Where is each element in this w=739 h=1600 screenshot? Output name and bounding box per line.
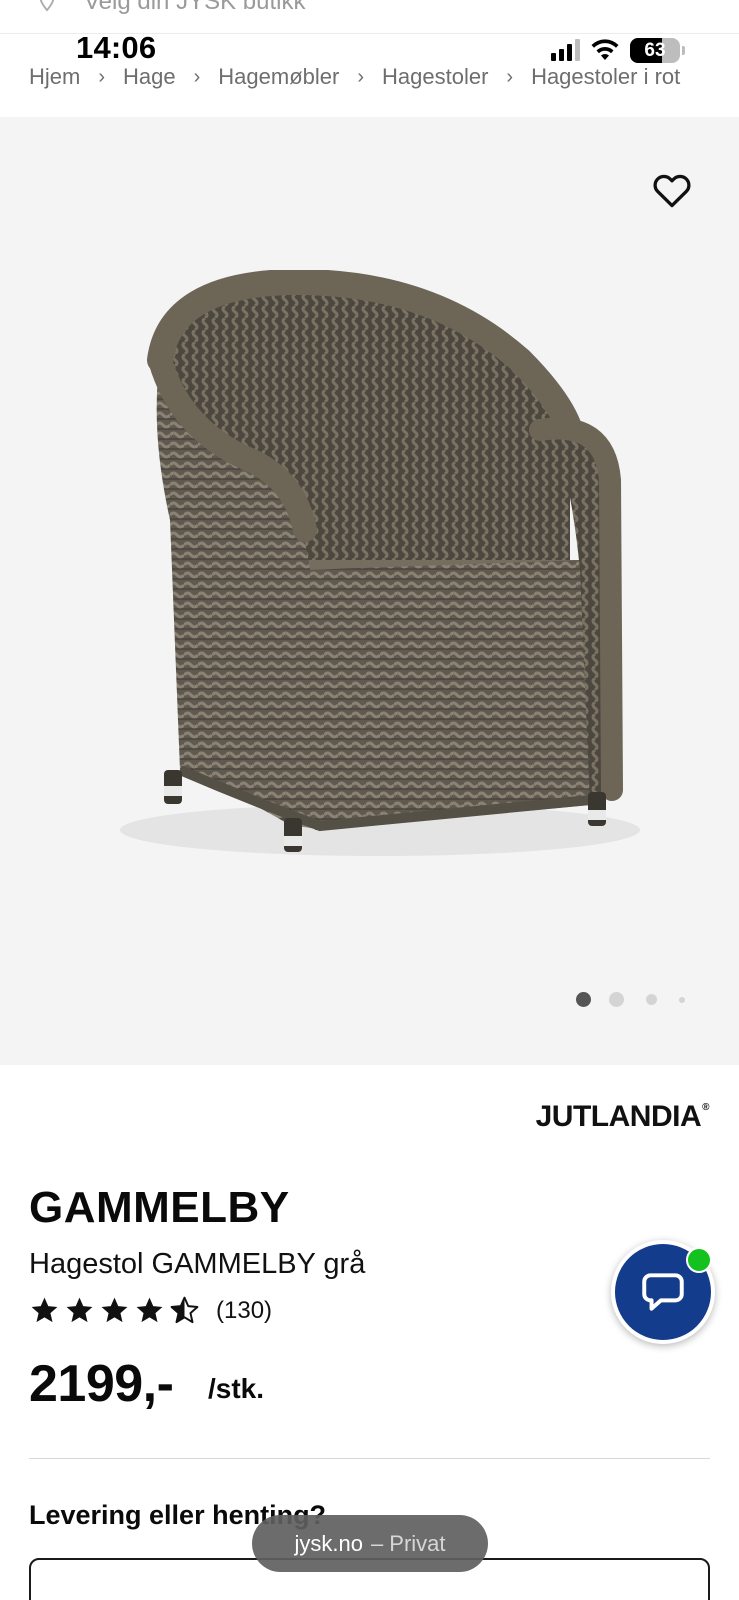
breadcrumb-item-hagemobler[interactable]: Hagemøbler (218, 64, 339, 90)
location-pin-icon (39, 0, 55, 12)
breadcrumb: Hjem › Hage › Hagemøbler › Hagestoler › … (29, 62, 710, 92)
section-divider (29, 1458, 710, 1459)
gallery-dot[interactable] (646, 994, 657, 1005)
status-time: 14:06 (76, 30, 157, 65)
breadcrumb-item-hagestoler-i-rotting[interactable]: Hagestoler i rot (531, 64, 680, 90)
breadcrumb-separator: › (98, 65, 106, 88)
brand-logo: JUTLANDIA® (535, 1100, 710, 1134)
gallery-dot[interactable] (609, 992, 624, 1007)
wifi-icon (591, 39, 619, 60)
browser-address-pill[interactable]: jysk.no – Privat (252, 1515, 488, 1572)
star-filled-icon (31, 1297, 58, 1323)
browser-private-mode: – Privat (370, 1530, 446, 1556)
star-filled-icon (66, 1297, 93, 1323)
cellular-signal-icon (551, 39, 580, 61)
battery-icon: 63 (630, 37, 680, 63)
browser-domain: jysk.no (294, 1530, 363, 1556)
brand-registered-mark: ® (702, 1102, 709, 1113)
status-icons: 63 (551, 36, 685, 64)
product-description: Hagestol GAMMELBY grå (29, 1248, 366, 1280)
breadcrumb-item-hagestoler[interactable]: Hagestoler (382, 64, 488, 90)
breadcrumb-separator: › (357, 65, 364, 88)
product-rating[interactable]: (130) (29, 1295, 272, 1326)
product-title: GAMMELBY (29, 1183, 290, 1232)
breadcrumb-separator: › (193, 65, 201, 88)
battery-tip (682, 45, 685, 55)
favorite-heart-icon[interactable] (650, 168, 694, 212)
breadcrumb-item-hjem[interactable]: Hjem (29, 64, 80, 90)
price-unit: /stk. (208, 1373, 265, 1404)
star-filled-icon (101, 1297, 128, 1323)
product-price: 2199,- (29, 1355, 174, 1413)
gallery-pagination[interactable] (576, 992, 685, 1007)
breadcrumb-item-hage[interactable]: Hage (123, 64, 176, 90)
star-filled-icon (136, 1297, 163, 1323)
chat-bubble-icon (642, 1273, 684, 1311)
breadcrumb-separator: › (506, 65, 514, 88)
star-half-icon (170, 1296, 199, 1324)
rating-count: (130) (216, 1296, 273, 1324)
battery-level: 63 (644, 39, 666, 61)
brand-name: JUTLANDIA (535, 1100, 702, 1133)
store-selector-label: Velg din JYSK butikk (84, 0, 306, 15)
online-status-indicator (686, 1247, 712, 1273)
product-image-wicker-chair[interactable] (100, 270, 660, 910)
gallery-dot[interactable] (679, 996, 685, 1003)
gallery-dot[interactable] (576, 992, 591, 1007)
store-selector-bar[interactable]: Velg din JYSK butikk (0, 0, 739, 34)
